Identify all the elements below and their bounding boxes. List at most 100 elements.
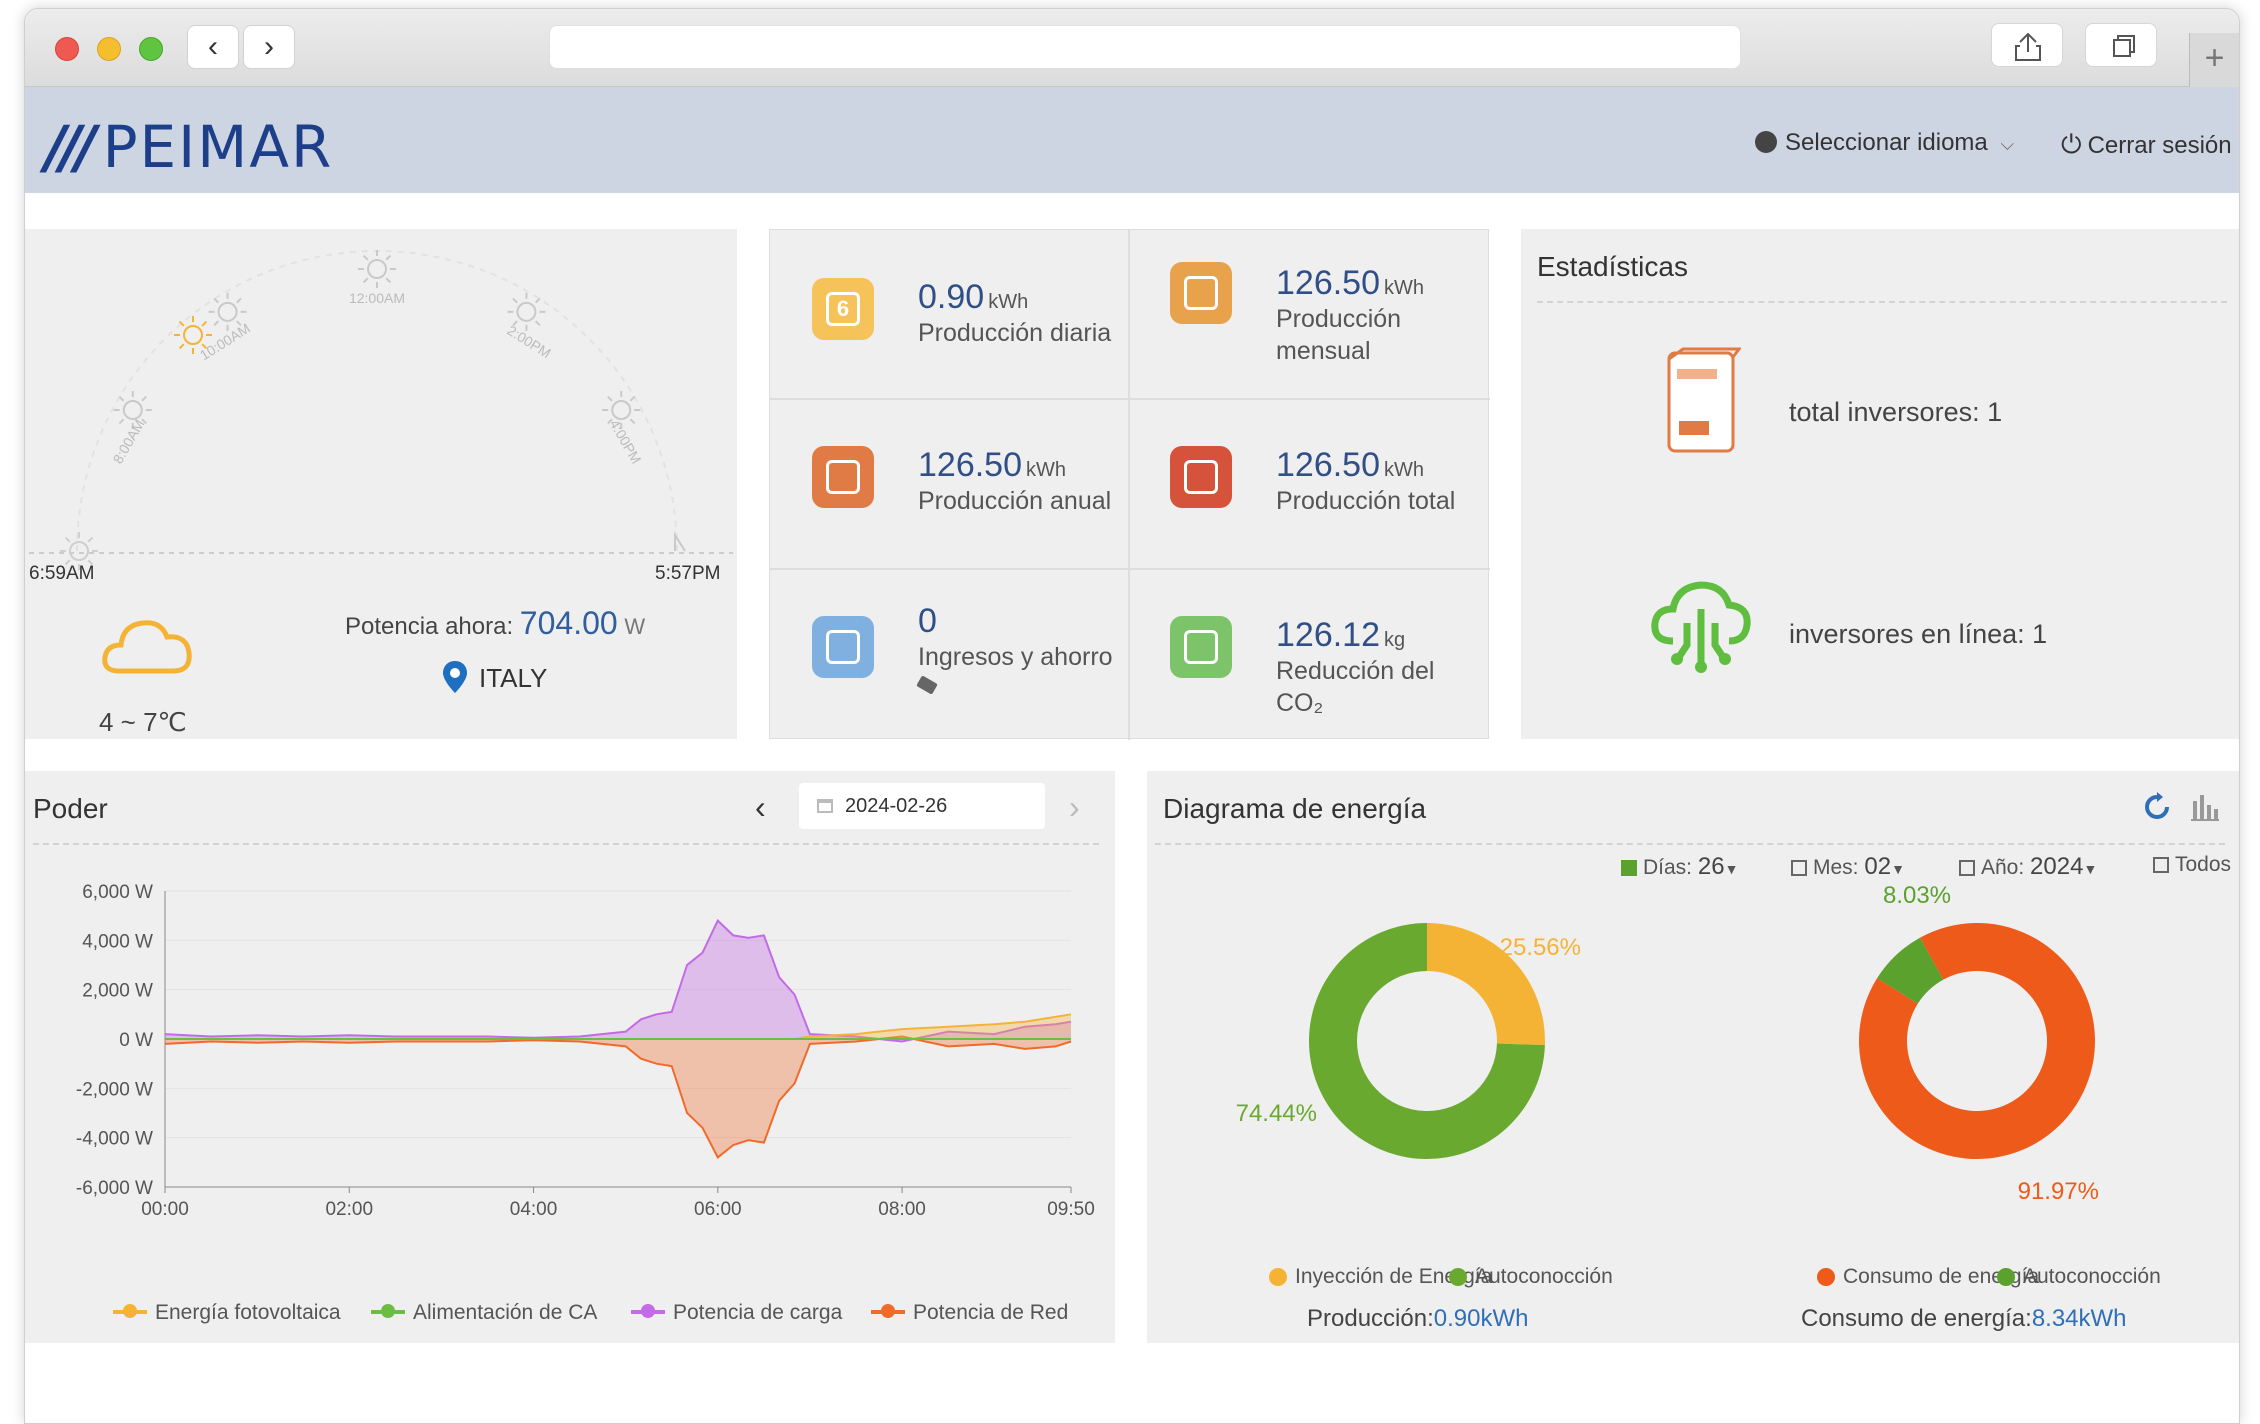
poder-title: Poder — [33, 793, 108, 824]
stat-tile: 0 Ingresos y ahorro — [770, 568, 1128, 736]
mes-control[interactable]: Mes: 02▼ — [1791, 853, 1905, 881]
refresh-icon[interactable] — [2141, 791, 2173, 823]
legend-item[interactable]: Alimentación de CA — [371, 1301, 597, 1325]
todos-control[interactable]: Todos — [2153, 853, 2231, 877]
online-inverters: inversores en línea: 1 — [1789, 619, 2048, 649]
mes-label: Mes: — [1813, 856, 1859, 879]
current-power: Potencia ahora: 704.00 W — [345, 605, 645, 642]
minimize-window-button[interactable] — [97, 37, 121, 61]
ano-checkbox[interactable] — [1959, 860, 1975, 876]
production-total-label: Producción: — [1307, 1305, 1434, 1332]
production-donut-chart: 25.56% 74.44% — [1236, 923, 1581, 1159]
app-header: ///PEIMAR Seleccionar idioma ⌵ ⏻ Cerrar s… — [25, 87, 2239, 193]
sunset-time: 5:57PM — [655, 563, 721, 584]
legend-item[interactable]: Energía fotovoltaica — [113, 1301, 341, 1325]
legend-label: Energía fotovoltaica — [155, 1301, 341, 1324]
dias-control[interactable]: Días: 26▼ — [1621, 853, 1738, 881]
x-tick-label: 08:00 — [878, 1199, 926, 1220]
consumption-total-label: Consumo de energía: — [1801, 1305, 2032, 1332]
dias-checkbox[interactable] — [1621, 860, 1637, 876]
browser-titlebar: ‹ › + — [25, 9, 2239, 87]
dias-value: 26 — [1697, 853, 1725, 880]
power-chart: 6,000 W 4,000 W 2,000 W 0 W -2,000 W -4,000 W… — [76, 882, 1095, 1220]
stat-unit: kWh — [1026, 459, 1066, 481]
series-line — [164, 918, 1072, 1043]
logo-mark: /// — [45, 113, 97, 181]
share-button[interactable] — [1991, 23, 2063, 67]
production-total: Producción:0.90kWh — [1307, 1305, 1528, 1333]
calendar-month-icon — [1170, 262, 1232, 324]
date-picker[interactable]: 2024-02-26 — [799, 783, 1045, 829]
series-line — [164, 1035, 1072, 1159]
coins-icon — [812, 616, 874, 678]
mes-checkbox[interactable] — [1791, 860, 1807, 876]
legend-label: Alimentación de CA — [413, 1301, 598, 1324]
hour-label: 12:00AM — [349, 290, 405, 306]
stat-label: Reducción del CO₂ — [1276, 657, 1435, 717]
stat-tile: 126.12 kg Reducción del CO₂ — [1128, 568, 1486, 736]
production-total-value: 0.90kWh — [1433, 1305, 1529, 1332]
next-date-button[interactable]: › — [1069, 789, 1080, 826]
legend-dot-icon — [1817, 1268, 1835, 1286]
sunrise-time: 6:59AM — [29, 563, 95, 584]
x-tick-label: 09:50 — [1047, 1199, 1095, 1220]
date-value: 2024-02-26 — [845, 795, 948, 817]
tabs-icon — [2113, 35, 2135, 57]
caret-down-icon: ▼ — [2083, 861, 2098, 877]
new-tab-button[interactable]: + — [2189, 33, 2239, 87]
calendar-icon — [817, 799, 833, 813]
legend-label: Autoconocción — [1475, 1265, 1613, 1288]
browser-window: ‹ › + ///PEIMAR Seleccionar idioma ⌵ ⏻ Ce… — [24, 8, 2240, 1424]
legend-dot-icon — [1449, 1268, 1467, 1286]
close-window-button[interactable] — [55, 37, 79, 61]
ano-control[interactable]: Año: 2024▼ — [1959, 853, 2097, 881]
bar-chart-icon[interactable] — [2189, 791, 2221, 823]
zoom-window-button[interactable] — [139, 37, 163, 61]
production-stats-panel: 6 0.90 kWh Producción diaria 126.50 kWh Produc… — [769, 229, 1490, 740]
stat-value: 0.90 — [918, 278, 985, 316]
stat-label: Producción total — [1276, 487, 1456, 515]
legend-item[interactable]: Autoconocción — [1449, 1265, 1613, 1289]
location-pin-icon — [443, 661, 467, 693]
y-tick-label: 6,000 W — [82, 882, 153, 903]
legend-item[interactable]: Autoconocción — [1997, 1265, 2161, 1289]
share-icon — [2015, 32, 2041, 61]
legend-item[interactable]: Potencia de carga — [631, 1301, 842, 1325]
hour-label: 10:00AM — [197, 320, 253, 363]
legend-marker-icon — [871, 1304, 905, 1318]
temperature-range: 4 ~ 7℃ — [99, 707, 187, 737]
tabs-button[interactable] — [2085, 23, 2157, 67]
total-inverters: total inversores: 1 — [1789, 397, 2003, 427]
calendar-day-icon: 6 — [812, 278, 874, 340]
stat-unit: kWh — [988, 291, 1029, 313]
ano-value: 2024 — [2030, 853, 2084, 880]
energia-panel: Diagrama de energía Días: 26▼ Mes: 02▼ A… — [1147, 771, 2239, 1343]
consumption-total: Consumo de energía:8.34kWh — [1801, 1305, 2127, 1333]
y-tick-label: 4,000 W — [82, 931, 153, 952]
poder-panel: Poder ‹ 2024-02-26 › 6,000 W 4,000 W 2,000… — [25, 771, 1115, 1343]
prev-date-button[interactable]: ‹ — [755, 789, 766, 826]
energia-title: Diagrama de energía — [1163, 793, 1427, 824]
stat-value: 0 — [918, 602, 937, 640]
logout-button[interactable]: ⏻ Cerrar sesión — [2061, 129, 2232, 161]
globe-icon — [1755, 131, 1777, 153]
forward-button[interactable]: › — [243, 25, 295, 69]
production-legend: Inyección de Energía Autoconocción — [1209, 1265, 1669, 1295]
chevron-left-icon: ‹ — [208, 30, 218, 63]
peimar-logo[interactable]: ///PEIMAR — [45, 113, 333, 181]
language-selector[interactable]: Seleccionar idioma ⌵ — [1755, 129, 2014, 157]
title-divider — [1537, 301, 2227, 303]
y-tick-label: -6,000 W — [76, 1178, 153, 1199]
title-divider — [1155, 843, 2225, 845]
legend-label: Autoconocción — [2023, 1265, 2161, 1288]
chevron-left-icon: ‹ — [755, 789, 766, 825]
cloud-icon — [102, 620, 192, 674]
power-label: Potencia ahora: — [345, 613, 514, 640]
lightning-icon — [1170, 446, 1232, 508]
back-button[interactable]: ‹ — [187, 25, 239, 69]
todos-checkbox[interactable] — [2153, 857, 2169, 873]
legend-item[interactable]: Potencia de Red — [871, 1301, 1068, 1325]
x-tick-label: 02:00 — [325, 1199, 373, 1220]
stat-tile: 126.50 kWh Producción total — [1128, 398, 1486, 566]
address-bar[interactable] — [549, 25, 1741, 69]
